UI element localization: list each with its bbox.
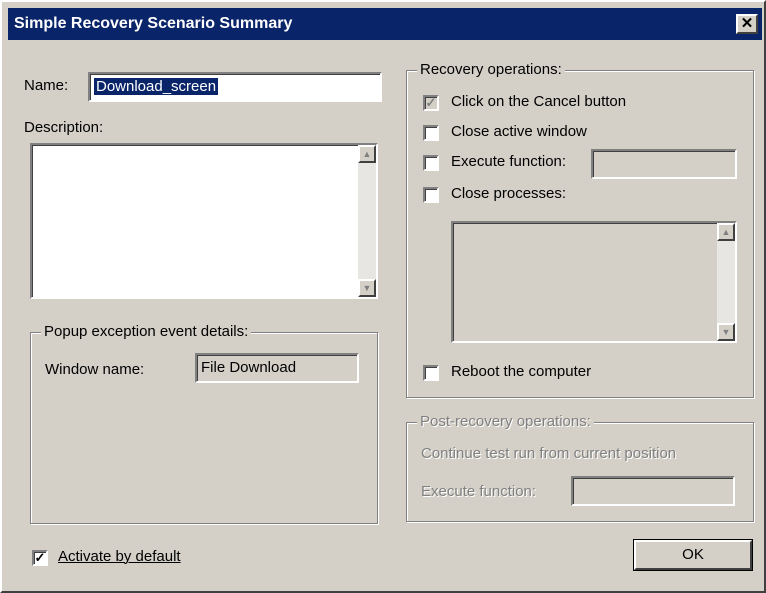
reboot-checkbox[interactable] [423, 365, 439, 381]
click-cancel-checkbox[interactable]: ✓ [423, 95, 439, 111]
post-execute-function-input [571, 476, 735, 506]
name-input[interactable]: Download_screen [88, 72, 382, 102]
close-processes-checkbox[interactable] [423, 187, 439, 203]
close-processes-list[interactable]: ▲ ▼ [451, 221, 737, 343]
processes-scrollbar[interactable]: ▲ ▼ [717, 223, 735, 341]
scroll-down-icon[interactable]: ▼ [358, 279, 376, 297]
continue-test-run-text: Continue test run from current position [421, 445, 677, 462]
execute-function-label: Execute function: [451, 153, 567, 170]
post-recovery-group: Post-recovery operations: Continue test … [406, 413, 754, 522]
description-scrollbar[interactable]: ▲ ▼ [358, 145, 376, 297]
close-icon[interactable]: ✕ [736, 14, 758, 34]
window-name-field: File Download [195, 353, 359, 383]
post-execute-function-label: Execute function: [421, 483, 537, 500]
name-input-value: Download_screen [94, 78, 219, 95]
execute-function-input[interactable] [591, 149, 737, 179]
execute-function-checkbox[interactable] [423, 155, 439, 171]
activate-by-default-label: Activate by default [58, 548, 181, 565]
window-name-label: Window name: [45, 361, 145, 378]
close-processes-label: Close processes: [451, 185, 567, 202]
close-active-window-label: Close active window [451, 123, 587, 140]
title-bar[interactable]: Simple Recovery Scenario Summary ✕ [8, 8, 762, 40]
window-name-value: File Download [201, 359, 297, 376]
post-recovery-legend: Post-recovery operations: [417, 413, 594, 430]
recovery-summary-dialog: Simple Recovery Scenario Summary ✕ Name:… [0, 0, 766, 593]
description-label: Description: [24, 119, 104, 136]
ok-button[interactable]: OK [634, 540, 752, 570]
description-textarea[interactable]: ▲ ▼ [30, 143, 378, 299]
scroll-down-icon[interactable]: ▼ [717, 323, 735, 341]
reboot-label: Reboot the computer [451, 363, 592, 380]
popup-exception-group: Popup exception event details: Window na… [30, 323, 378, 524]
popup-exception-legend: Popup exception event details: [41, 323, 252, 340]
recovery-operations-group: Recovery operations: ✓ Click on the Canc… [406, 61, 754, 398]
scroll-up-icon[interactable]: ▲ [717, 223, 735, 241]
window-title: Simple Recovery Scenario Summary [14, 15, 293, 32]
recovery-operations-legend: Recovery operations: [417, 61, 565, 78]
activate-by-default-checkbox[interactable]: ✓ [32, 550, 48, 566]
click-cancel-label: Click on the Cancel button [451, 93, 627, 110]
name-label: Name: [24, 77, 69, 94]
close-active-window-checkbox[interactable] [423, 125, 439, 141]
scroll-up-icon[interactable]: ▲ [358, 145, 376, 163]
